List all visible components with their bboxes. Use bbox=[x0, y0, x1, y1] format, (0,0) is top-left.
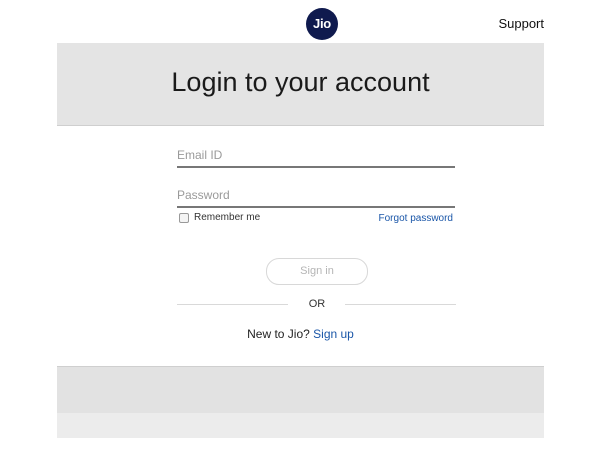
signup-row: New to Jio? Sign up bbox=[57, 327, 544, 341]
forgot-password-link[interactable]: Forgot password bbox=[379, 213, 453, 224]
jio-logo[interactable]: Jio bbox=[306, 8, 338, 40]
password-field[interactable] bbox=[177, 184, 455, 208]
login-page: Jio Support Login to your account Rememb… bbox=[0, 0, 600, 450]
sign-in-button[interactable]: Sign in bbox=[266, 258, 368, 285]
divider-right-line bbox=[345, 304, 456, 305]
page-title: Login to your account bbox=[171, 67, 430, 97]
sign-up-link[interactable]: Sign up bbox=[313, 327, 354, 341]
login-banner: Login to your account bbox=[57, 43, 544, 126]
login-form: Remember me Forgot password Sign in OR N… bbox=[57, 126, 544, 367]
signup-prompt: New to Jio? bbox=[247, 327, 314, 341]
email-field[interactable] bbox=[177, 144, 455, 168]
remember-me-label[interactable]: Remember me bbox=[194, 212, 260, 223]
remember-me-checkbox[interactable] bbox=[179, 212, 189, 223]
support-link[interactable]: Support bbox=[498, 16, 544, 31]
footer-band bbox=[57, 367, 544, 413]
or-divider-label: OR bbox=[308, 298, 326, 310]
footer-band-lower bbox=[57, 413, 544, 438]
remember-me: Remember me bbox=[179, 212, 260, 223]
divider-left-line bbox=[177, 304, 288, 305]
